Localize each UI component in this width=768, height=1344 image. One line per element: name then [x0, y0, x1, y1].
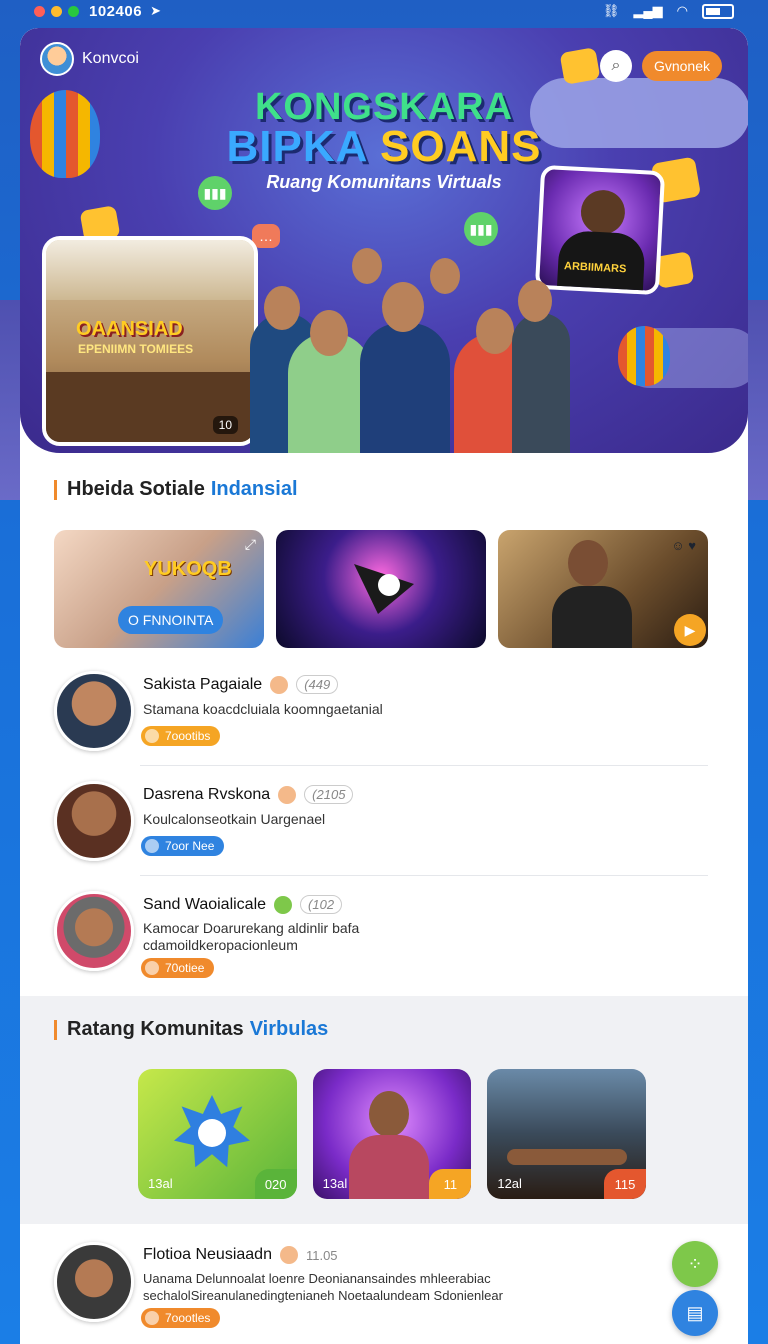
gear-center [198, 1119, 226, 1147]
user-chip[interactable]: Konvcoi [40, 42, 139, 76]
avatar [54, 891, 134, 971]
post-author: Dasrena Rvskona [143, 785, 271, 803]
hot-air-balloon-icon [618, 326, 670, 386]
chart-bubble-icon: ▮▮▮ [198, 176, 232, 210]
media-overlay-title: YUKOQB [144, 558, 232, 580]
post-tag[interactable]: 7oootibs [141, 726, 221, 746]
section-header-1: Hbeida Sotiale Indansial [54, 478, 298, 501]
tile-card[interactable]: 12al 115 [487, 1069, 647, 1199]
post-author: Sand Waoialicale [143, 895, 267, 913]
section-title-highlight: Indansial [210, 478, 298, 500]
play-dot-icon [378, 574, 400, 596]
media-overlay-label: O FNNOINTA [118, 606, 224, 634]
section-title: Hbeida Sotiale [67, 478, 205, 500]
avatar [40, 42, 74, 76]
section-title: Ratang Komunitas [67, 1018, 244, 1040]
post-author-row: Flotioa Neusiaadn 11.05 [143, 1246, 338, 1264]
media-card[interactable]: YUKOQB O FNNOINTA ⤢ [54, 530, 264, 648]
post-author-row: Dasrena Rvskona (2105 [143, 785, 354, 804]
divider [140, 765, 708, 766]
main-card: Konvcoi ⌕ Gvnonek KONGSKARA BIPKA SOANS … [20, 28, 748, 1344]
emoji-icon [279, 1246, 298, 1264]
post-count: (102 [300, 895, 343, 914]
tile-card[interactable]: 13al 020 [138, 1069, 297, 1199]
post-description: Uanama Delunnoalat loenre Deonianansaind… [143, 1271, 503, 1303]
tile-right-label: 11 [429, 1169, 472, 1199]
emoji-icon [274, 895, 293, 914]
media-card[interactable] [276, 530, 486, 648]
window-dots [34, 5, 79, 17]
hero-title-part-b: SOANS [380, 122, 542, 171]
search-icon: ⌕ [611, 57, 621, 74]
community-tiles: 13al 020 13al 11 12al 115 [138, 1069, 647, 1199]
expand-icon[interactable]: ⤢ [245, 536, 256, 553]
avatar [54, 1242, 134, 1322]
tile-card[interactable]: 13al 11 [312, 1069, 472, 1199]
play-button[interactable]: ▶ [674, 614, 706, 646]
group-photo [250, 246, 570, 453]
section-title-highlight: Virbulas [249, 1018, 329, 1040]
chart-bubble-icon: ▮▮▮ [464, 212, 498, 246]
post-tag[interactable]: 7oootles [141, 1308, 221, 1328]
status-time: 102406 [89, 2, 143, 20]
signal-icon: ▂▄▆ [633, 3, 663, 18]
hero-actions: ⌕ Gvnonek [599, 50, 722, 82]
hero-title-line2: BIPKA SOANS [20, 122, 748, 172]
post-tag[interactable]: 7oor Nee [141, 836, 225, 856]
photo-sign-text: OAANSIAD [76, 318, 183, 340]
tile-right-label: 115 [604, 1169, 647, 1199]
photo-count-badge: 10 [212, 416, 238, 434]
post-author-row: Sakista Pagaiale (449 [143, 675, 339, 694]
list-item[interactable]: Flotioa Neusiaadn 11.05 Uanama Delunnoal… [54, 1242, 708, 1342]
reaction-icons: ☺ ♥ [671, 538, 696, 553]
chat-icon: ▤ [686, 1302, 704, 1323]
post-description: Kamocar Doarurekang aldinlir bafa cdamoi… [143, 920, 360, 953]
action-pill-button[interactable]: Gvnonek [641, 51, 722, 81]
search-button[interactable]: ⌕ [599, 50, 632, 82]
list-item[interactable]: Sand Waoialicale (102 Kamocar Doarurekan… [54, 891, 708, 991]
hero-banner: Konvcoi ⌕ Gvnonek KONGSKARA BIPKA SOANS … [20, 28, 748, 453]
list-item[interactable]: Sakista Pagaiale (449 Stamana koacdcluia… [54, 671, 708, 771]
post-description: Koulcalonseotkain Uargenael [143, 811, 326, 827]
status-bar: 102406 ➤ ⛓ ▂▄▆ ◠ [0, 0, 768, 22]
post-count: 11.05 [305, 1247, 338, 1263]
chat-bubble-icon: … [252, 224, 280, 248]
side-decoration-left [0, 300, 22, 500]
emoji-sticker-icon [559, 47, 601, 85]
tile-left-label: 13al [322, 1176, 348, 1191]
tile-right-label: 020 [254, 1169, 297, 1199]
post-author: Flotioa Neusiaadn [143, 1246, 272, 1263]
battery-icon [702, 3, 734, 19]
photo-sign-subtext: EPENIIMN TOMIEES [78, 342, 194, 356]
link-icon: ⛓ [602, 3, 620, 18]
post-description: Stamana koacdcluiala koomngaetanial [143, 701, 383, 717]
emoji-icon [270, 675, 289, 694]
media-card[interactable]: ☺ ♥ ▶ [498, 530, 708, 648]
section-header-2: Ratang Komunitas Virbulas [54, 1018, 328, 1041]
media-row: YUKOQB O FNNOINTA ⤢ ☺ ♥ ▶ [54, 530, 708, 648]
side-decoration-right [746, 300, 768, 500]
emoji-icon [278, 785, 297, 804]
refresh-fab[interactable]: ⁘ [672, 1241, 718, 1287]
community-photo-left[interactable]: OAANSIAD EPENIIMN TOMIEES 10 [42, 236, 258, 446]
avatar [54, 671, 134, 751]
list-item[interactable]: Dasrena Rvskona (2105 Koulcalonseotkain … [54, 781, 708, 881]
tile-left-label: 13al [148, 1176, 173, 1191]
post-count: (2105 [304, 785, 354, 804]
avatar [54, 781, 134, 861]
post-tag[interactable]: 70otiee [141, 958, 215, 978]
location-arrow-icon: ➤ [150, 3, 161, 18]
user-name: Konvcoi [82, 50, 139, 67]
hero-title-part-a: BIPKA [226, 122, 380, 171]
chat-fab[interactable]: ▤ [672, 1290, 718, 1336]
post-author: Sakista Pagaiale [143, 675, 263, 693]
post-author-row: Sand Waoialicale (102 [143, 895, 343, 914]
tile-left-label: 12al [497, 1176, 522, 1191]
divider [140, 875, 708, 876]
post-count: (449 [296, 675, 339, 694]
wifi-icon: ◠ [676, 3, 688, 18]
dots-icon: ⁘ [687, 1253, 703, 1274]
